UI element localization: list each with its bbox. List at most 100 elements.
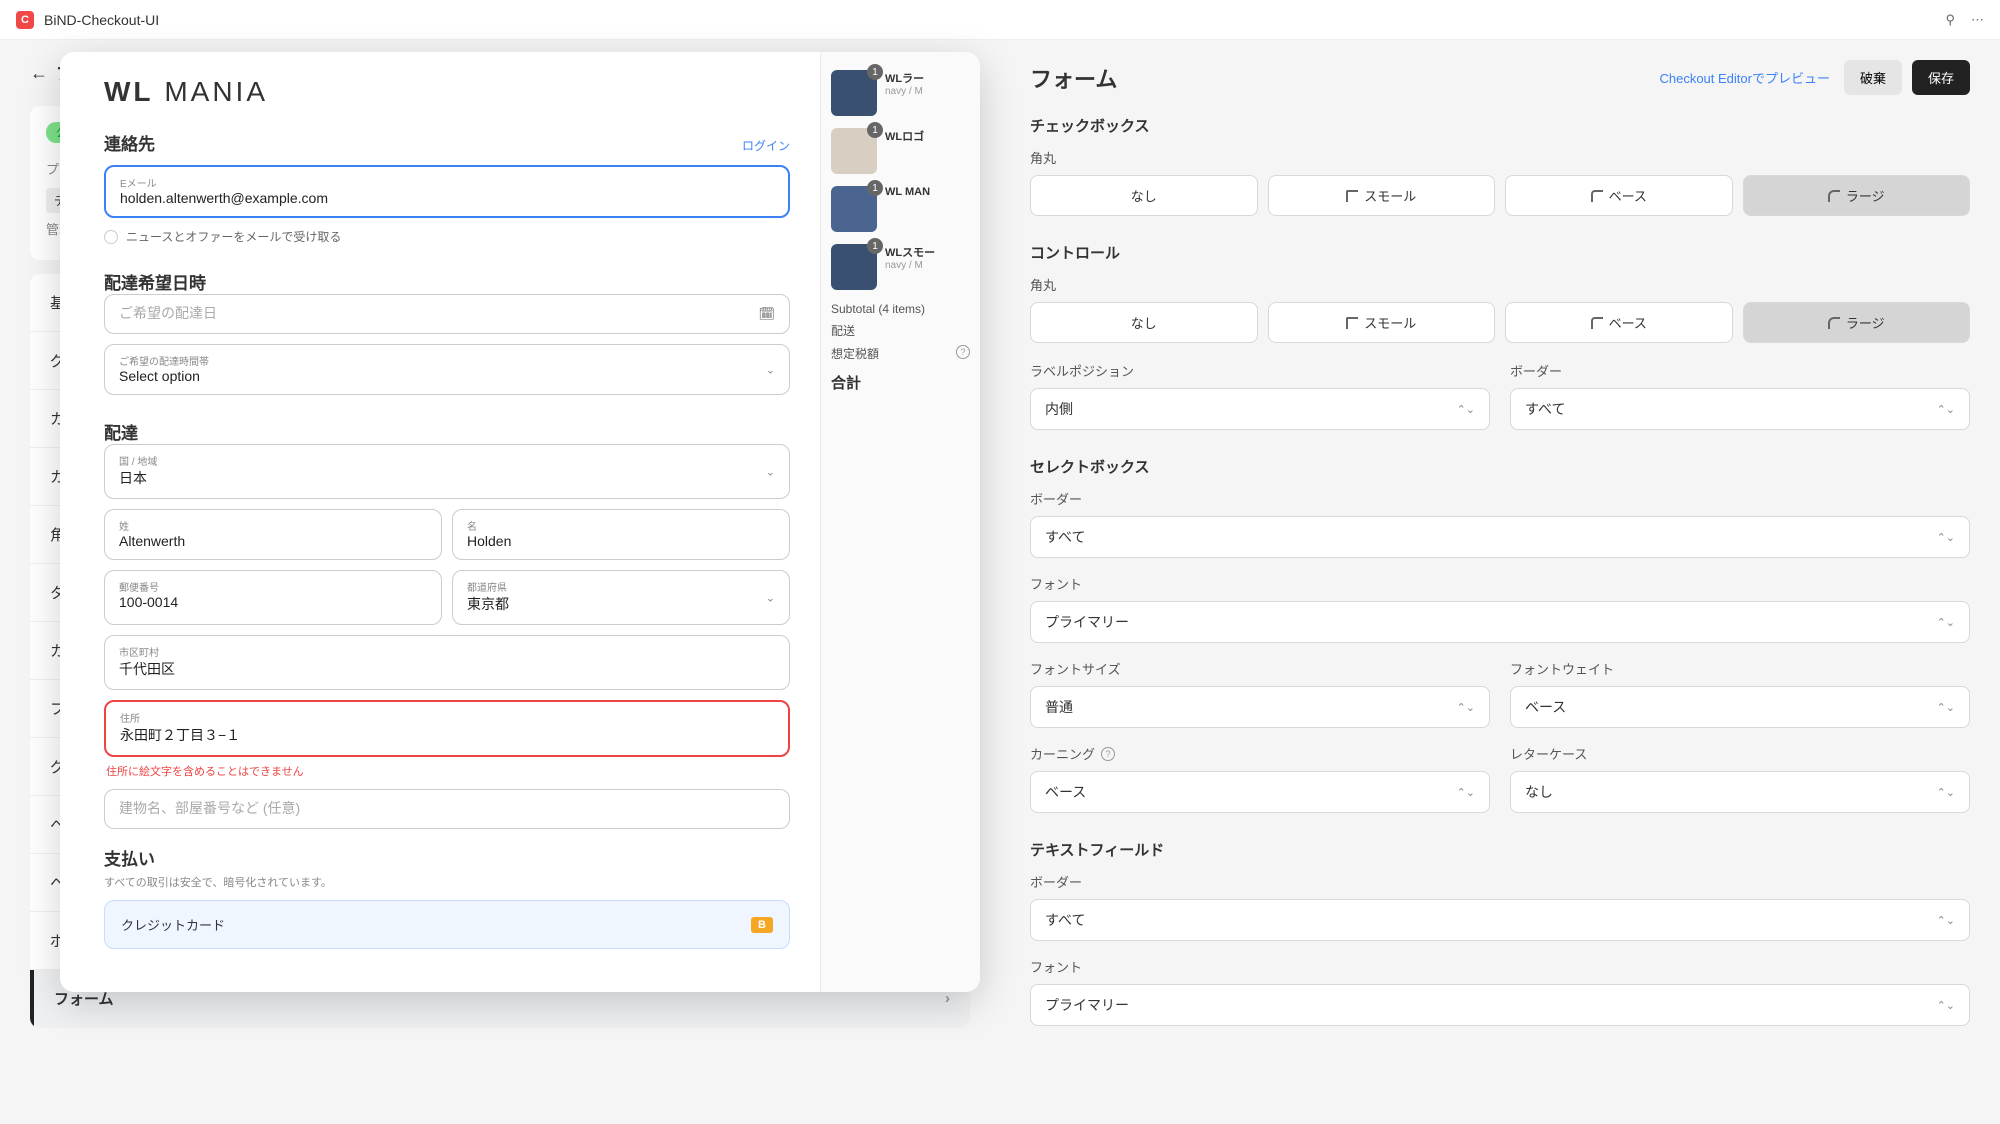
- radius-none[interactable]: なし: [1030, 175, 1258, 216]
- updown-icon: ⌃⌄: [1937, 914, 1955, 927]
- prefecture-select[interactable]: 都道府県 東京都 ⌄: [452, 570, 790, 625]
- control-title: コントロール: [1030, 242, 1970, 263]
- login-link[interactable]: ログイン: [742, 137, 790, 154]
- city-field[interactable]: 市区町村 千代田区: [104, 635, 790, 690]
- radius-none[interactable]: なし: [1030, 302, 1258, 343]
- sb-fontweight-select[interactable]: ベース⌃⌄: [1510, 686, 1970, 728]
- email-field[interactable]: Eメール holden.altenwerth@example.com: [104, 165, 790, 218]
- checkbox-title: チェックボックス: [1030, 115, 1970, 136]
- border-select[interactable]: すべて⌃⌄: [1510, 388, 1970, 430]
- sb-kerning-select[interactable]: ベース⌃⌄: [1030, 771, 1490, 813]
- firstname-field[interactable]: 名 Holden: [452, 509, 790, 560]
- radius-base[interactable]: ベース: [1505, 302, 1733, 343]
- delivery-time-select[interactable]: ご希望の配達時間帯 Select option ⌄: [104, 344, 790, 395]
- zip-field[interactable]: 郵便番号 100-0014: [104, 570, 442, 625]
- shipping-section: 配達 国 / 地域 日本 ⌄ 姓 Altenwerth 名 Holden: [104, 419, 790, 829]
- product-thumb: 1: [831, 186, 877, 232]
- cart-item: 1 WLラーnavy / M: [831, 70, 970, 116]
- checkbox-radius-segmented: なし スモール ベース ラージ: [1030, 175, 1970, 216]
- delivery-date-field[interactable]: ご希望の配達日 🗓: [104, 294, 790, 334]
- tf-font-select[interactable]: プライマリー⌃⌄: [1030, 984, 1970, 1026]
- radius-small[interactable]: スモール: [1268, 302, 1496, 343]
- corner-icon: [1591, 317, 1603, 329]
- left-panel: ← プ 公開 プロフ デフ 管理用 基本デ グロ カラ カラ 角丸 タイ カスタ…: [0, 40, 1000, 1124]
- sb-lettercase-select[interactable]: なし⌃⌄: [1510, 771, 1970, 813]
- selectbox-section: セレクトボックス ボーダー すべて⌃⌄ フォント プライマリー⌃⌄ フォントサイ…: [1030, 456, 1970, 813]
- app-logo: C: [16, 11, 34, 29]
- corner-icon: [1828, 190, 1840, 202]
- updown-icon: ⌃⌄: [1937, 701, 1955, 714]
- updown-icon: ⌃⌄: [1937, 531, 1955, 544]
- email-value: holden.altenwerth@example.com: [120, 190, 328, 206]
- discard-button[interactable]: 破棄: [1844, 60, 1902, 95]
- contact-title: 連絡先: [104, 130, 155, 155]
- updown-icon: ⌃⌄: [1937, 616, 1955, 629]
- shipping-row: 配送: [831, 322, 970, 339]
- tf-border-select[interactable]: すべて⌃⌄: [1030, 899, 1970, 941]
- pin-icon[interactable]: ⚲: [1945, 12, 1955, 28]
- total-row: 合計: [831, 372, 970, 393]
- updown-icon: ⌃⌄: [1937, 999, 1955, 1012]
- radius-base[interactable]: ベース: [1505, 175, 1733, 216]
- border-label: ボーダー: [1510, 361, 1970, 380]
- tax-row: 想定税額 ?: [831, 345, 970, 362]
- chevron-down-icon: ⌄: [766, 591, 775, 604]
- corner-icon: [1828, 317, 1840, 329]
- textfield-section: テキストフィールド ボーダー すべて⌃⌄ フォント プライマリー⌃⌄: [1030, 839, 1970, 1026]
- subtotal-row: Subtotal (4 items): [831, 302, 970, 316]
- checkbox-icon: [104, 230, 118, 244]
- form-settings-panel: フォーム Checkout Editorでプレビュー 破棄 保存 チェックボック…: [1000, 40, 2000, 1124]
- delivery-time-section: 配達希望日時 ご希望の配達日 🗓 ご希望の配達時間帯 Select option…: [104, 269, 790, 395]
- corner-icon: [1591, 190, 1603, 202]
- kerning-label: カーニング?: [1030, 744, 1490, 763]
- corner-icon: [1346, 317, 1358, 329]
- preview-main: WL MANIA 連絡先 ログイン Eメール holden.altenwerth…: [60, 52, 820, 992]
- updown-icon: ⌃⌄: [1937, 786, 1955, 799]
- radius-small[interactable]: スモール: [1268, 175, 1496, 216]
- label-position-label: ラベルポジション: [1030, 361, 1490, 380]
- checkout-preview-modal: WL MANIA 連絡先 ログイン Eメール holden.altenwerth…: [60, 52, 980, 992]
- app-title: BiND-Checkout-UI: [44, 12, 1945, 28]
- address-field[interactable]: 住所 永田町２丁目３−１: [104, 700, 790, 757]
- checkbox-radius-label: 角丸: [1030, 148, 1970, 167]
- calendar-icon: 🗓: [758, 306, 775, 322]
- label-position-select[interactable]: 内側⌃⌄: [1030, 388, 1490, 430]
- sb-fontsize-select[interactable]: 普通⌃⌄: [1030, 686, 1490, 728]
- country-select[interactable]: 国 / 地域 日本 ⌄: [104, 444, 790, 499]
- more-icon[interactable]: ⋯: [1971, 12, 1984, 28]
- cart-item: 1 WL MAN: [831, 186, 970, 232]
- updown-icon: ⌃⌄: [1457, 786, 1475, 799]
- updown-icon: ⌃⌄: [1457, 701, 1475, 714]
- chevron-down-icon: ⌄: [766, 363, 775, 376]
- cart-item: 1 WLロゴ: [831, 128, 970, 174]
- corner-icon: [1346, 190, 1358, 202]
- shipping-title: 配達: [104, 419, 790, 444]
- help-icon[interactable]: ?: [956, 345, 970, 359]
- help-icon[interactable]: ?: [1101, 747, 1115, 761]
- payment-section: 支払い すべての取引は安全で、暗号化されています。 クレジットカード B: [104, 845, 790, 949]
- save-button[interactable]: 保存: [1912, 60, 1970, 95]
- cart-summary: 1 WLラーnavy / M 1 WLロゴ 1 WL MAN 1 WLスモーna…: [820, 52, 980, 992]
- delivery-time-title: 配達希望日時: [104, 269, 790, 294]
- chevron-right-icon: ›: [945, 990, 950, 1007]
- checkbox-section: チェックボックス 角丸 なし スモール ベース ラージ: [1030, 115, 1970, 216]
- lastname-field[interactable]: 姓 Altenwerth: [104, 509, 442, 560]
- building-field[interactable]: 建物名、部屋番号など (任意): [104, 789, 790, 829]
- preview-link[interactable]: Checkout Editorでプレビュー: [1659, 68, 1830, 87]
- chevron-down-icon: ⌄: [766, 465, 775, 478]
- radius-large[interactable]: ラージ: [1743, 175, 1971, 216]
- selectbox-title: セレクトボックス: [1030, 456, 1970, 477]
- product-thumb: 1: [831, 128, 877, 174]
- credit-card-option[interactable]: クレジットカード B: [104, 900, 790, 949]
- product-thumb: 1: [831, 244, 877, 290]
- sb-font-select[interactable]: プライマリー⌃⌄: [1030, 601, 1970, 643]
- address-error: 住所に絵文字を含めることはできません: [106, 763, 790, 779]
- sb-border-select[interactable]: すべて⌃⌄: [1030, 516, 1970, 558]
- payment-title: 支払い: [104, 845, 790, 870]
- brand-logo: WL MANIA: [104, 76, 790, 108]
- cart-item: 1 WLスモーnavy / M: [831, 244, 970, 290]
- control-section: コントロール 角丸 なし スモール ベース ラージ ラベルポジション 内側⌃⌄ …: [1030, 242, 1970, 430]
- control-radius-label: 角丸: [1030, 275, 1970, 294]
- radius-large[interactable]: ラージ: [1743, 302, 1971, 343]
- newsletter-checkbox[interactable]: ニュースとオファーをメールで受け取る: [104, 228, 790, 245]
